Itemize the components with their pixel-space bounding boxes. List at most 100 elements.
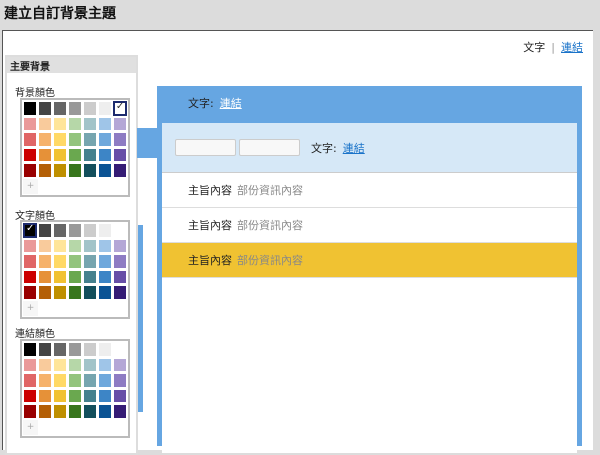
color-swatch[interactable] [52, 101, 67, 116]
color-swatch[interactable] [113, 238, 127, 253]
color-swatch[interactable] [68, 342, 82, 357]
color-swatch[interactable] [53, 357, 67, 372]
color-swatch[interactable] [68, 254, 82, 269]
color-swatch[interactable] [98, 132, 112, 147]
color-swatch[interactable] [38, 223, 53, 238]
preview-input-1[interactable] [175, 139, 236, 156]
color-swatch[interactable] [113, 269, 127, 284]
color-swatch[interactable] [68, 404, 82, 419]
color-swatch[interactable] [113, 163, 127, 178]
color-swatch[interactable] [23, 357, 37, 372]
color-swatch[interactable] [83, 342, 97, 357]
color-swatch[interactable] [53, 342, 67, 357]
color-swatch[interactable] [23, 269, 37, 284]
color-swatch[interactable] [113, 404, 127, 419]
color-swatch[interactable] [83, 373, 97, 388]
color-swatch[interactable] [67, 101, 82, 116]
color-swatch[interactable] [68, 285, 82, 300]
color-swatch[interactable] [23, 404, 37, 419]
color-swatch[interactable] [23, 132, 37, 147]
color-swatch[interactable] [98, 269, 112, 284]
color-swatch[interactable] [83, 147, 97, 162]
color-swatch[interactable] [38, 238, 52, 253]
color-swatch[interactable] [38, 357, 52, 372]
color-swatch[interactable] [113, 373, 127, 388]
color-swatch[interactable] [68, 238, 82, 253]
color-swatch[interactable] [38, 116, 52, 131]
color-swatch[interactable] [68, 269, 82, 284]
color-swatch[interactable] [83, 269, 97, 284]
color-swatch[interactable] [98, 388, 112, 403]
color-swatch[interactable] [83, 116, 97, 131]
add-custom-color-button[interactable]: + [23, 419, 38, 435]
preview-row[interactable]: 主旨內容 部份資訊內容 [162, 208, 577, 243]
color-swatch[interactable] [38, 269, 52, 284]
color-swatch[interactable] [83, 404, 97, 419]
color-swatch[interactable] [68, 357, 82, 372]
color-swatch[interactable] [38, 342, 52, 357]
color-swatch[interactable] [23, 238, 37, 253]
color-swatch[interactable] [23, 116, 37, 131]
preview-toolbar-link[interactable]: 連結 [343, 140, 365, 156]
color-swatch[interactable] [83, 388, 97, 403]
color-swatch[interactable] [23, 388, 37, 403]
color-swatch[interactable] [38, 373, 52, 388]
color-swatch[interactable] [68, 373, 82, 388]
preview-row[interactable]: 主旨內容 部份資訊內容 [162, 173, 577, 208]
color-swatch[interactable] [113, 132, 127, 147]
color-swatch[interactable] [23, 147, 37, 162]
color-swatch[interactable] [98, 238, 112, 253]
color-swatch[interactable] [98, 342, 112, 357]
color-swatch[interactable] [113, 388, 127, 403]
color-swatch[interactable] [38, 254, 52, 269]
color-swatch[interactable] [83, 254, 97, 269]
color-swatch[interactable] [98, 373, 112, 388]
color-swatch[interactable] [98, 285, 112, 300]
color-swatch[interactable] [112, 101, 127, 116]
color-swatch[interactable] [82, 101, 97, 116]
color-swatch[interactable] [23, 101, 37, 116]
color-swatch[interactable] [53, 269, 67, 284]
color-swatch[interactable] [98, 357, 112, 372]
color-swatch[interactable] [68, 147, 82, 162]
color-swatch[interactable] [112, 223, 127, 238]
color-swatch[interactable] [38, 404, 52, 419]
color-swatch[interactable] [98, 163, 112, 178]
add-custom-color-button[interactable]: + [23, 178, 38, 194]
color-swatch[interactable] [98, 404, 112, 419]
color-swatch[interactable] [38, 163, 52, 178]
color-swatch[interactable] [68, 223, 83, 238]
preview-header-link[interactable]: 連結 [220, 97, 242, 110]
color-swatch[interactable] [23, 254, 37, 269]
color-swatch[interactable] [68, 388, 82, 403]
color-swatch[interactable] [113, 147, 127, 162]
color-swatch[interactable] [98, 254, 112, 269]
color-swatch[interactable] [83, 238, 97, 253]
color-swatch[interactable] [97, 101, 112, 116]
color-swatch[interactable] [98, 116, 112, 131]
color-swatch[interactable] [83, 357, 97, 372]
preview-input-2[interactable] [239, 139, 300, 156]
color-swatch[interactable] [68, 163, 82, 178]
color-swatch[interactable] [23, 285, 37, 300]
color-swatch[interactable] [53, 388, 67, 403]
color-swatch[interactable] [53, 373, 67, 388]
color-swatch[interactable] [38, 147, 52, 162]
color-swatch[interactable] [83, 132, 97, 147]
color-swatch[interactable] [113, 116, 127, 131]
link-sample[interactable]: 連結 [561, 41, 583, 54]
color-swatch[interactable] [23, 223, 38, 238]
add-custom-color-button[interactable]: + [23, 300, 38, 316]
color-swatch[interactable] [98, 147, 112, 162]
color-swatch[interactable] [53, 238, 67, 253]
color-swatch[interactable] [98, 223, 112, 238]
color-swatch[interactable] [53, 147, 67, 162]
color-swatch[interactable] [53, 223, 68, 238]
color-swatch[interactable] [53, 285, 67, 300]
color-swatch[interactable] [23, 342, 37, 357]
color-swatch[interactable] [68, 116, 82, 131]
color-swatch[interactable] [53, 132, 67, 147]
color-swatch[interactable] [23, 373, 37, 388]
color-swatch[interactable] [38, 285, 52, 300]
preview-row-highlighted[interactable]: 主旨內容 部份資訊內容 [162, 243, 577, 278]
